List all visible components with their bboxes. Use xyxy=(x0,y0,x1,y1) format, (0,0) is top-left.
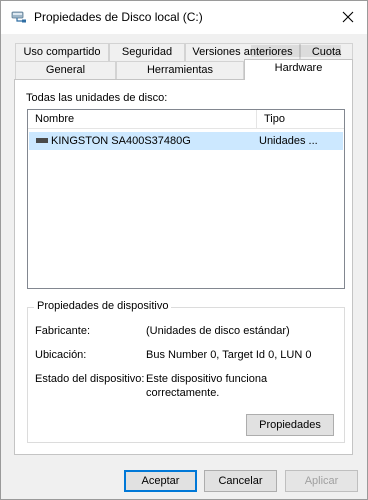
list-item-name: KINGSTON SA400S37480G xyxy=(51,135,191,147)
tab-general[interactable]: General xyxy=(15,61,116,79)
hardware-panel: Todas las unidades de disco: Nombre Tipo… xyxy=(14,79,353,455)
manufacturer-label: Fabricante: xyxy=(35,325,91,337)
location-label: Ubicación: xyxy=(35,349,87,361)
device-status-line2: correctamente. xyxy=(146,387,220,399)
tab-hardware[interactable]: Hardware xyxy=(244,59,353,80)
drive-network-icon xyxy=(11,11,26,23)
list-item-type: Unidades ... xyxy=(259,135,318,147)
disk-list[interactable]: Nombre Tipo KINGSTON SA400S37480G Unidad… xyxy=(27,109,345,289)
tab-herramientas[interactable]: Herramientas xyxy=(116,61,244,79)
close-icon xyxy=(342,11,354,23)
tab-uso-compartido[interactable]: Uso compartido xyxy=(15,43,109,61)
column-header-name[interactable]: Nombre xyxy=(28,110,257,129)
manufacturer-value: (Unidades de disco estándar) xyxy=(146,325,290,337)
list-header: Nombre Tipo xyxy=(28,110,344,129)
device-properties-group: Propiedades de dispositivo Fabricante: (… xyxy=(27,300,345,443)
column-header-type[interactable]: Tipo xyxy=(257,110,344,129)
cancel-button[interactable]: Cancelar xyxy=(204,470,277,492)
list-item-name-cell: KINGSTON SA400S37480G xyxy=(36,132,256,150)
device-properties-button[interactable]: Propiedades xyxy=(246,414,334,436)
device-properties-title: Propiedades de dispositivo xyxy=(34,300,172,312)
location-value: Bus Number 0, Target Id 0, LUN 0 xyxy=(146,349,312,361)
device-status-label: Estado del dispositivo: xyxy=(35,373,145,385)
device-status-line1: Este dispositivo funciona xyxy=(146,373,268,385)
title-bar: Propiedades de Disco local (C:) xyxy=(1,1,367,34)
window-title: Propiedades de Disco local (C:) xyxy=(34,10,203,24)
apply-button[interactable]: Aplicar xyxy=(285,470,358,492)
list-item[interactable]: KINGSTON SA400S37480G Unidades ... xyxy=(29,132,343,150)
close-button[interactable] xyxy=(337,6,359,28)
disk-drive-icon xyxy=(36,137,48,143)
accept-button[interactable]: Aceptar xyxy=(124,470,197,492)
tab-seguridad[interactable]: Seguridad xyxy=(109,43,185,61)
disk-list-label: Todas las unidades de disco: xyxy=(26,92,168,104)
